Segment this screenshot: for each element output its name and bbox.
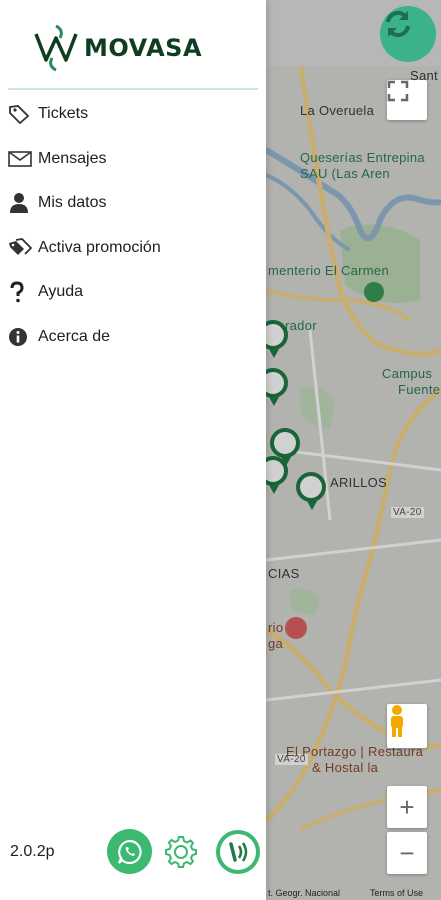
envelope-icon bbox=[8, 148, 34, 170]
street-view-button[interactable] bbox=[387, 704, 427, 748]
movasa-logo: MOVASA bbox=[34, 22, 234, 74]
menu-item-mis-datos[interactable]: Mis datos bbox=[8, 181, 258, 226]
nfc-button[interactable] bbox=[216, 830, 260, 874]
menu-item-ayuda[interactable]: Ayuda bbox=[8, 270, 258, 315]
terms-link[interactable]: Terms of Use bbox=[370, 888, 423, 898]
menu-label: Mis datos bbox=[38, 194, 107, 212]
menu-label: Mensajes bbox=[38, 149, 107, 167]
gear-icon bbox=[165, 836, 197, 868]
map-label: rio bbox=[268, 620, 284, 635]
road-shield: VA-20 bbox=[391, 507, 424, 518]
tag-icon bbox=[8, 103, 34, 125]
map-label: Queserías Entrepina bbox=[300, 150, 425, 165]
whatsapp-button[interactable] bbox=[107, 829, 152, 874]
zoom-in-button[interactable]: + bbox=[387, 786, 427, 828]
fullscreen-button[interactable] bbox=[387, 80, 427, 120]
navigation-drawer: MOVASA Tickets Mensajes Mis datos Activa… bbox=[0, 0, 266, 900]
divider bbox=[8, 88, 258, 90]
fullscreen-icon bbox=[387, 80, 409, 102]
menu-item-acerca-de[interactable]: Acerca de bbox=[8, 315, 258, 360]
menu-label: Tickets bbox=[38, 105, 89, 123]
menu-item-mensajes[interactable]: Mensajes bbox=[8, 137, 258, 182]
station-marker[interactable] bbox=[296, 472, 326, 510]
map-label: Fuente bbox=[398, 382, 441, 397]
refresh-icon bbox=[386, 10, 410, 38]
logo-mark-icon bbox=[34, 24, 78, 72]
map-label: Campus bbox=[382, 366, 433, 381]
map-label: CIAS bbox=[268, 566, 300, 581]
question-icon bbox=[8, 281, 34, 303]
menu-label: Activa promoción bbox=[38, 238, 161, 256]
app-version: 2.0.2p bbox=[10, 843, 55, 860]
zoom-out-button[interactable]: − bbox=[387, 832, 427, 874]
station-marker[interactable] bbox=[270, 428, 300, 466]
map-label: La Overuela bbox=[300, 103, 375, 118]
map-label: SAU (Las Aren bbox=[300, 166, 390, 181]
map-label: ga bbox=[268, 636, 284, 651]
info-icon bbox=[8, 326, 34, 348]
menu-item-tickets[interactable]: Tickets bbox=[8, 92, 258, 137]
menu-label: Acerca de bbox=[38, 327, 111, 345]
whatsapp-icon bbox=[117, 839, 142, 864]
refresh-button[interactable] bbox=[380, 6, 436, 62]
settings-button[interactable] bbox=[161, 832, 201, 872]
map-attribution: t. Geogr. Nacional bbox=[268, 888, 341, 898]
map-label: rador bbox=[285, 318, 317, 333]
map-label: ARILLOS bbox=[330, 475, 388, 490]
menu-label: Ayuda bbox=[38, 283, 84, 301]
user-icon bbox=[8, 192, 34, 214]
menu-item-activa-promocion[interactable]: Activa promoción bbox=[8, 226, 258, 271]
tags-icon bbox=[8, 237, 34, 259]
drawer-menu: Tickets Mensajes Mis datos Activa promoc… bbox=[8, 92, 258, 359]
brand-name: MOVASA bbox=[84, 34, 203, 62]
map-label: menterio El Carmen bbox=[268, 263, 389, 278]
nfc-icon bbox=[220, 834, 256, 870]
pegman-icon bbox=[391, 705, 403, 737]
map-label: & Hostal la bbox=[312, 760, 379, 775]
